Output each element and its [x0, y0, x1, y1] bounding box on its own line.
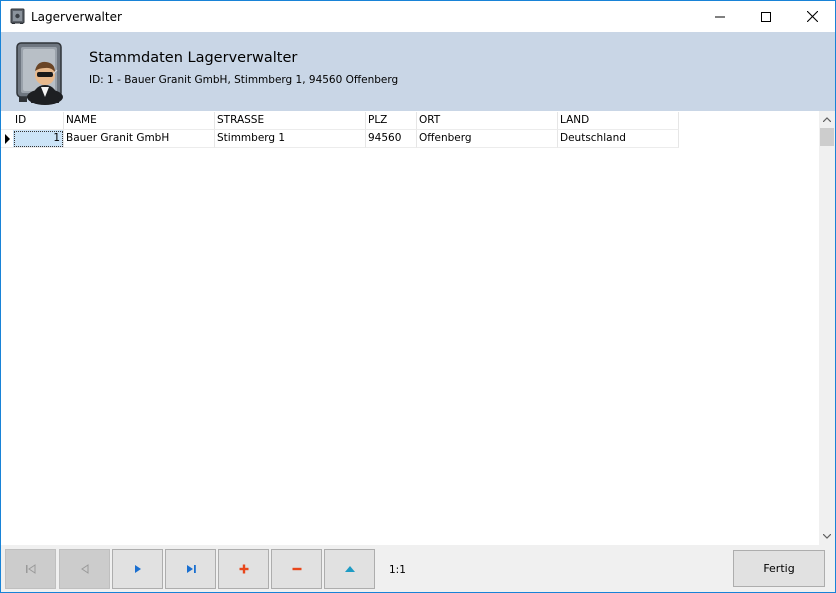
close-button[interactable] [789, 1, 835, 32]
minus-icon [292, 567, 301, 571]
first-record-icon [25, 564, 35, 574]
app-window: Lagerverwalter Stammdaten Lagerverwalter… [0, 0, 836, 593]
header-band: Stammdaten Lagerverwalter ID: 1 - Bauer … [1, 32, 835, 111]
scroll-down-button[interactable] [819, 528, 835, 545]
data-grid[interactable]: ID NAME STRASSE PLZ ORT LAND 1 Bauer Gra… [1, 111, 819, 545]
scroll-up-icon [823, 117, 831, 122]
header-subtitle: ID: 1 - Bauer Granit GmbH, Stimmberg 1, … [89, 74, 399, 86]
record-position: 1:1 [389, 564, 406, 576]
header-title: Stammdaten Lagerverwalter [89, 50, 298, 66]
caret-up-icon [344, 566, 355, 572]
plus-icon [239, 564, 248, 574]
grid-indicator-header [1, 112, 13, 130]
minimize-button[interactable] [697, 1, 743, 32]
safe-manager-icon [16, 42, 63, 105]
row-pointer-icon [5, 134, 10, 144]
last-record-icon [186, 565, 196, 573]
safe-icon [10, 8, 25, 24]
grid-header-row: ID NAME STRASSE PLZ ORT LAND [1, 112, 679, 130]
maximize-icon [761, 11, 771, 22]
cell-id[interactable]: 1 [13, 130, 64, 148]
cell-ort[interactable]: Offenberg [417, 130, 558, 148]
scroll-up-button[interactable] [819, 111, 835, 128]
title-bar[interactable]: Lagerverwalter [1, 1, 835, 32]
maximize-button[interactable] [743, 1, 789, 32]
column-header-land[interactable]: LAND [558, 112, 679, 130]
insert-record-button[interactable] [218, 549, 269, 589]
first-record-button[interactable] [5, 549, 56, 589]
minimize-icon [715, 16, 725, 17]
cell-plz[interactable]: 94560 [366, 130, 417, 148]
vertical-scrollbar[interactable] [819, 111, 835, 545]
navigator-toolbar: 1:1 Fertig [1, 545, 835, 592]
column-header-plz[interactable]: PLZ [366, 112, 417, 130]
next-record-button[interactable] [112, 549, 163, 589]
next-record-icon [134, 565, 141, 573]
cell-name[interactable]: Bauer Granit GmbH [64, 130, 215, 148]
prior-record-icon [80, 564, 88, 574]
post-record-button[interactable] [324, 549, 375, 589]
column-header-strasse[interactable]: STRASSE [215, 112, 366, 130]
table-row[interactable]: 1 Bauer Granit GmbH Stimmberg 1 94560 Of… [1, 130, 679, 148]
column-header-id[interactable]: ID [13, 112, 64, 130]
delete-record-button[interactable] [271, 549, 322, 589]
close-icon [806, 11, 818, 22]
last-record-button[interactable] [165, 549, 216, 589]
column-header-ort[interactable]: ORT [417, 112, 558, 130]
done-button[interactable]: Fertig [733, 550, 825, 587]
row-indicator[interactable] [1, 130, 13, 148]
window-title: Lagerverwalter [31, 10, 122, 24]
scroll-down-icon [823, 534, 831, 539]
column-header-name[interactable]: NAME [64, 112, 215, 130]
cell-land[interactable]: Deutschland [558, 130, 679, 148]
prior-record-button[interactable] [59, 549, 110, 589]
cell-strasse[interactable]: Stimmberg 1 [215, 130, 366, 148]
scroll-thumb[interactable] [820, 128, 834, 146]
